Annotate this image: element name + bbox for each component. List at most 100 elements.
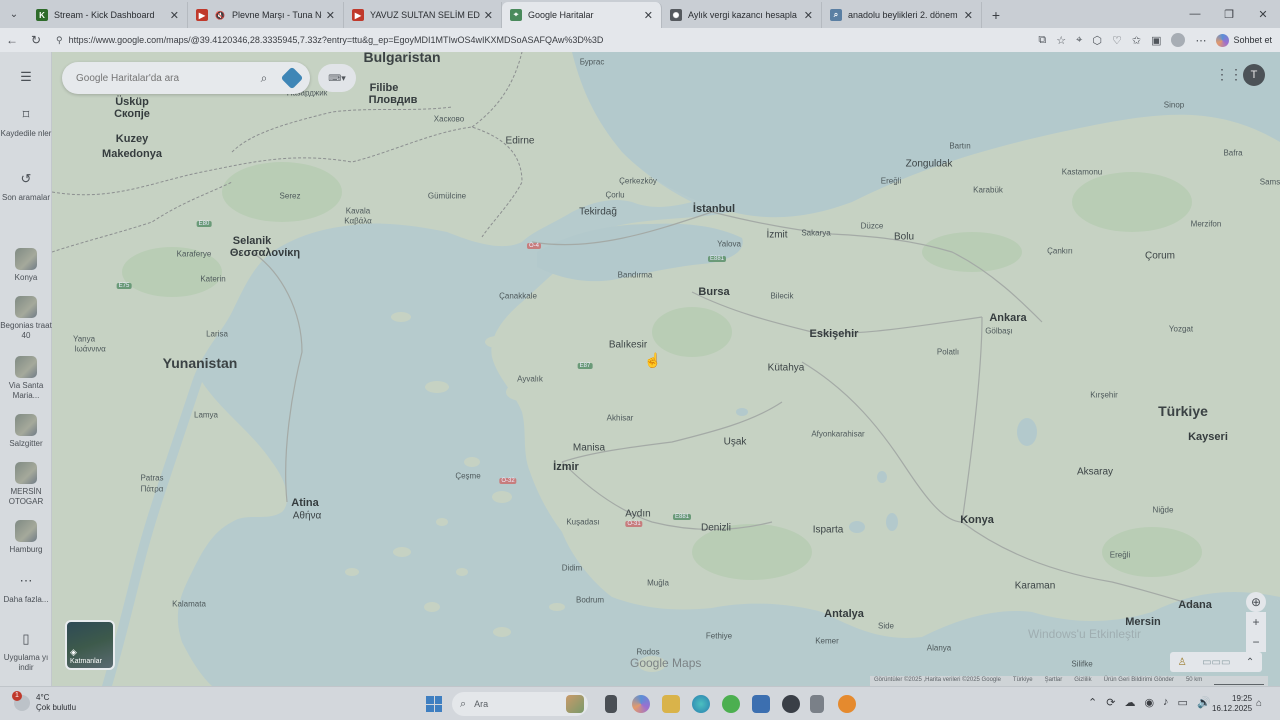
calculator-icon[interactable] <box>810 695 824 713</box>
sync-icon[interactable]: ⟳ <box>1106 696 1115 709</box>
copilot-app-icon[interactable] <box>632 695 650 713</box>
rail-item-via-santa-maria[interactable]: Via Santa Maria... <box>0 356 52 401</box>
zoom-out-button[interactable]: − <box>1246 632 1266 652</box>
whatsapp-icon[interactable] <box>722 695 740 713</box>
minimize-icon[interactable]: — <box>1178 8 1212 20</box>
account-avatar[interactable]: T <box>1243 64 1265 86</box>
rail-item-konya[interactable]: Konya <box>0 248 52 283</box>
search-icon[interactable]: ⌕ <box>254 71 274 86</box>
close-tab-icon[interactable]: ✕ <box>964 9 973 22</box>
edge-browser-icon[interactable] <box>692 695 710 713</box>
privacy-link[interactable]: Gizlilik <box>1074 677 1091 685</box>
location-icon[interactable]: ⌖ <box>1076 34 1082 47</box>
volume-icon[interactable]: 🔊 <box>1197 696 1211 709</box>
expand-up-icon[interactable]: ⌃ <box>1246 657 1254 668</box>
file-explorer-icon[interactable] <box>662 695 680 713</box>
close-tab-icon[interactable]: ✕ <box>326 9 335 22</box>
address-bar[interactable]: ⚲ https://www.google.com/maps/@39.412034… <box>56 35 603 46</box>
imagery-thumbnail-icon[interactable]: ▭▭▭ <box>1202 657 1230 668</box>
directions-icon[interactable] <box>280 66 304 90</box>
my-location-button[interactable]: ⊕ <box>1246 592 1266 612</box>
notification-bell-icon[interactable]: ⌂ <box>1256 698 1262 709</box>
more-menu-icon[interactable]: ⋯ <box>1195 34 1206 47</box>
store-icon[interactable] <box>752 695 770 713</box>
layers-button[interactable]: ◈ Katmanlar <box>65 620 115 670</box>
favorites-icon[interactable]: ✩ <box>1132 34 1141 47</box>
profile-avatar[interactable] <box>1171 33 1186 47</box>
search-input[interactable] <box>76 72 254 84</box>
map-label-serez: Serez <box>279 191 301 201</box>
back-arrow-icon[interactable]: ← <box>0 33 24 47</box>
rail-item-begonias[interactable]: Begonias traat 40 <box>0 296 52 341</box>
map-label-istanbul: İstanbul <box>692 203 736 215</box>
rail-item-recent[interactable]: ↺ Son aramalar <box>0 168 52 203</box>
keyboard-input-button[interactable]: ⌨▾ <box>318 64 356 92</box>
map-label-afyon: Afyonkarahisar <box>811 429 865 439</box>
road-shield: E87 <box>577 363 593 369</box>
toolbar-icons: ⧉ ☆ ⌖ ⬡ ♡ ✩ ▣ ⋯ Sohbet et <box>1038 33 1280 47</box>
copilot-button[interactable]: Sohbet et <box>1216 33 1272 47</box>
menu-button[interactable]: ☰ <box>0 66 52 91</box>
network-icon[interactable]: ◉ <box>1144 696 1154 709</box>
close-tab-icon[interactable]: ✕ <box>804 9 813 22</box>
collections-icon[interactable]: ▣ <box>1151 34 1161 47</box>
browser-essentials-icon[interactable]: ♡ <box>1112 34 1122 47</box>
new-tab-icon[interactable]: + <box>982 2 1010 28</box>
google-apps-icon[interactable]: ⋮⋮ <box>1215 66 1243 83</box>
tab-search-beylikler[interactable]: ⌕ anadolu beylikleri 2. dönem - Ara ✕ <box>822 2 982 28</box>
restore-icon[interactable]: ❐ <box>1212 8 1246 21</box>
tab-actions-chevron-icon[interactable]: ⌄ <box>0 0 28 28</box>
map-label-kirsehir: Kırşehir <box>1090 390 1118 400</box>
rail-item-get-app[interactable]: ▯ Uygulama yı indir <box>0 628 52 673</box>
zoom-in-button[interactable]: + <box>1246 612 1266 632</box>
tab-title: Plevne Marşı - Tuna Nehri Ak <box>232 10 322 20</box>
avast-icon[interactable] <box>838 695 856 713</box>
tab-google-maps[interactable]: ⌖ Google Haritalar ✕ <box>502 2 662 28</box>
temperature: 4°C <box>36 693 50 702</box>
app-install-icon[interactable]: ⧉ <box>1038 34 1046 47</box>
map-canvas[interactable]: Bulgaristan Yunanistan Türkiye Kuzey Mak… <box>52 52 1280 686</box>
file-app-icon[interactable] <box>605 695 617 713</box>
rail-item-salzgitter[interactable]: Salzgitter <box>0 414 52 449</box>
muted-speaker-icon[interactable]: 🔇 <box>214 9 226 21</box>
reload-icon[interactable]: ↻ <box>24 33 48 47</box>
show-hidden-icons-chevron-icon[interactable]: ⌃ <box>1088 696 1097 709</box>
scale-label[interactable]: 50 km <box>1186 677 1202 685</box>
favorite-star-icon[interactable]: ☆ <box>1056 34 1066 47</box>
tab-youtube-yavuz[interactable]: ▶ YAVUZ SULTAN SELİM EDİT ŞİİR - ✕ <box>344 2 502 28</box>
rail-item-hamburg[interactable]: Hamburg <box>0 520 52 555</box>
weather-widget[interactable]: 1 4°C Çok bulutlu <box>12 691 76 713</box>
rail-item-mersin-otogar[interactable]: MERSİN OTOGAR <box>0 462 52 507</box>
tab-kick[interactable]: K Stream - Kick Dashboard ✕ <box>28 2 188 28</box>
my-location-icon: ⊕ <box>1250 595 1262 609</box>
more-icon: ⋯ <box>19 573 33 588</box>
tab-vergi[interactable]: ✺ Aylık vergi kazancı hesapla ✕ <box>662 2 822 28</box>
onedrive-icon[interactable]: ☁ <box>1124 696 1135 709</box>
rail-item-more[interactable]: ⋯ Daha fazla... <box>0 570 52 605</box>
rail-item-saved[interactable]: ⌑ Kaydedile nler <box>0 104 52 139</box>
map-label-bolu: Bolu <box>893 231 915 243</box>
plus-icon: + <box>1252 615 1260 629</box>
clock[interactable]: 19:25 16.12.2025 <box>1212 694 1252 714</box>
feedback-link[interactable]: Ürün Geri Bildirimi Gönder <box>1104 677 1174 685</box>
windows-start-icon[interactable] <box>426 696 442 712</box>
region-link[interactable]: Türkiye <box>1013 677 1033 685</box>
display-icon[interactable]: ▭ <box>1178 696 1188 709</box>
close-tab-icon[interactable]: ✕ <box>484 9 493 22</box>
street-view-strip[interactable]: ♙ ▭▭▭ ⌃ <box>1170 652 1262 672</box>
site-info-icon[interactable]: ⚲ <box>56 35 63 46</box>
terms-link[interactable]: Şartlar <box>1045 677 1063 685</box>
pegman-icon[interactable]: ♙ <box>1178 657 1187 668</box>
close-tab-icon[interactable]: ✕ <box>644 9 653 22</box>
date: 16.12.2025 <box>1212 704 1253 713</box>
widgets-app-icon[interactable] <box>566 695 584 713</box>
tab-youtube-plevne[interactable]: ▶ 🔇 Plevne Marşı - Tuna Nehri Ak ✕ <box>188 2 344 28</box>
map-label-karabuk: Karabük <box>973 185 1003 195</box>
steam-icon[interactable] <box>782 695 800 713</box>
map-label-ankara: Ankara <box>989 312 1027 324</box>
microphone-icon[interactable]: ♪ <box>1163 696 1169 709</box>
map-label-samsun: Sams <box>1259 177 1280 187</box>
extensions-icon[interactable]: ⬡ <box>1092 34 1102 47</box>
close-window-icon[interactable]: ✕ <box>1246 8 1280 21</box>
close-tab-icon[interactable]: ✕ <box>170 9 179 22</box>
